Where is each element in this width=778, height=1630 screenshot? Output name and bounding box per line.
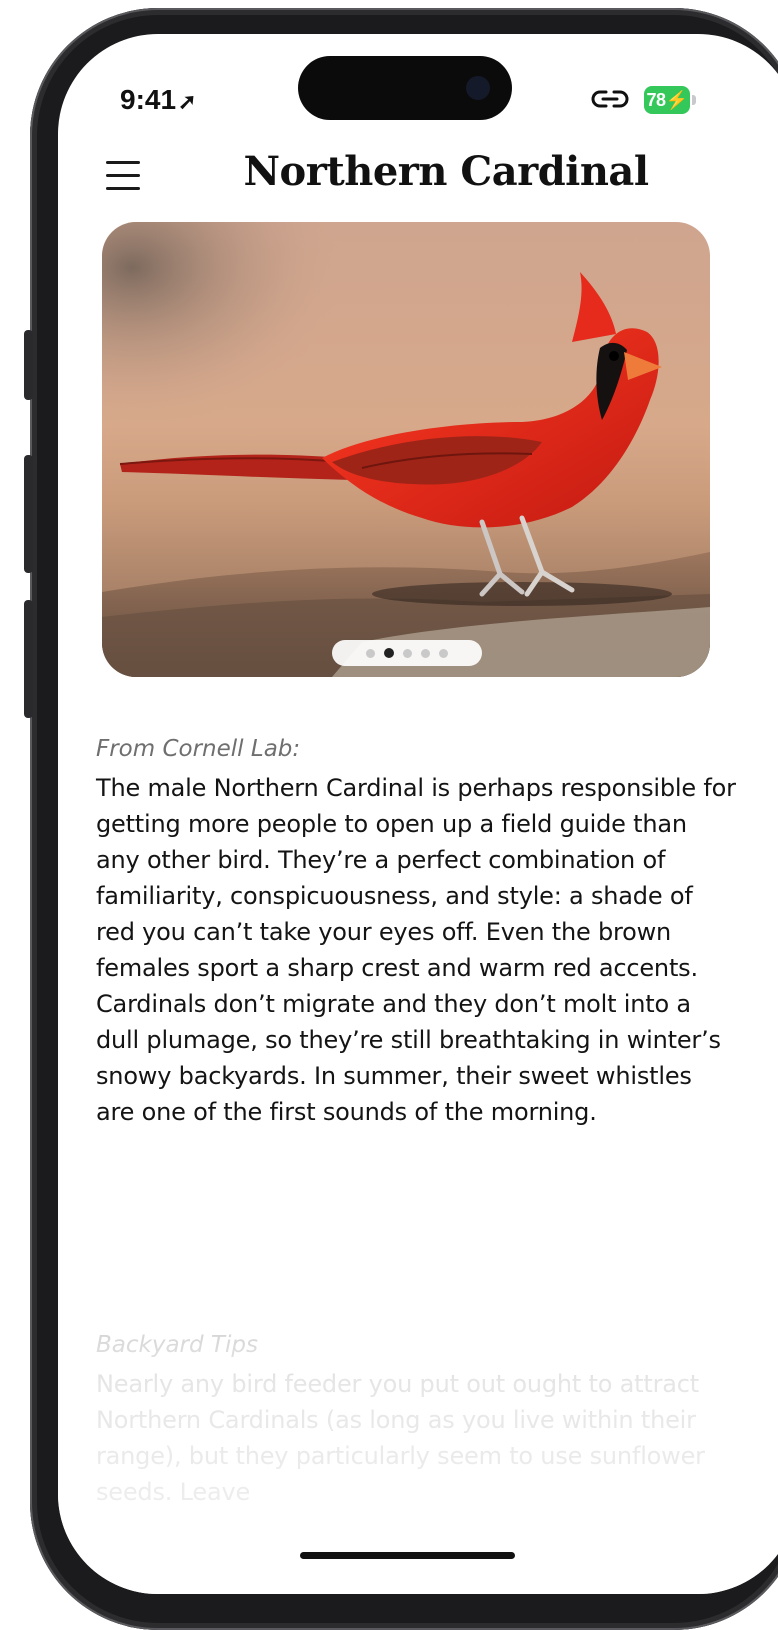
- volume-up-button: [24, 455, 33, 573]
- location-arrow-icon: ➚: [178, 89, 197, 114]
- link-icon: [591, 90, 629, 108]
- source-label: From Cornell Lab:: [96, 736, 301, 762]
- carousel-dot[interactable]: [421, 648, 430, 658]
- carousel-dot-active[interactable]: [384, 648, 394, 658]
- home-indicator[interactable]: [300, 1552, 515, 1559]
- carousel-dot[interactable]: [366, 648, 375, 658]
- carousel-dot[interactable]: [403, 648, 412, 658]
- carousel-dot[interactable]: [439, 648, 448, 658]
- page-title: Northern Cardinal: [243, 148, 649, 195]
- status-time: 9:41➚: [120, 84, 197, 115]
- backyard-tips-label: Backyard Tips: [96, 1332, 258, 1358]
- battery-tip: [692, 95, 696, 105]
- backyard-tips-section: Backyard Tips Nearly any bird feeder you…: [96, 1330, 746, 1510]
- description-section: From Cornell Lab: The male Northern Card…: [96, 734, 736, 1130]
- battery-icon: 78⚡: [644, 86, 690, 114]
- description-text: The male Northern Cardinal is perhaps re…: [96, 774, 736, 1126]
- bird-photo: [102, 222, 710, 677]
- dynamic-island: [298, 56, 512, 120]
- volume-down-button: [24, 600, 33, 718]
- carousel-page-indicator[interactable]: [332, 640, 482, 666]
- bird-photo-carousel[interactable]: [102, 222, 710, 677]
- front-camera: [466, 76, 490, 100]
- app-screen: 9:41➚ 78⚡ Northern Cardinal From Cornell…: [58, 34, 778, 1594]
- backyard-tips-text: Nearly any bird feeder you put out ought…: [96, 1370, 705, 1506]
- mute-switch: [24, 330, 33, 400]
